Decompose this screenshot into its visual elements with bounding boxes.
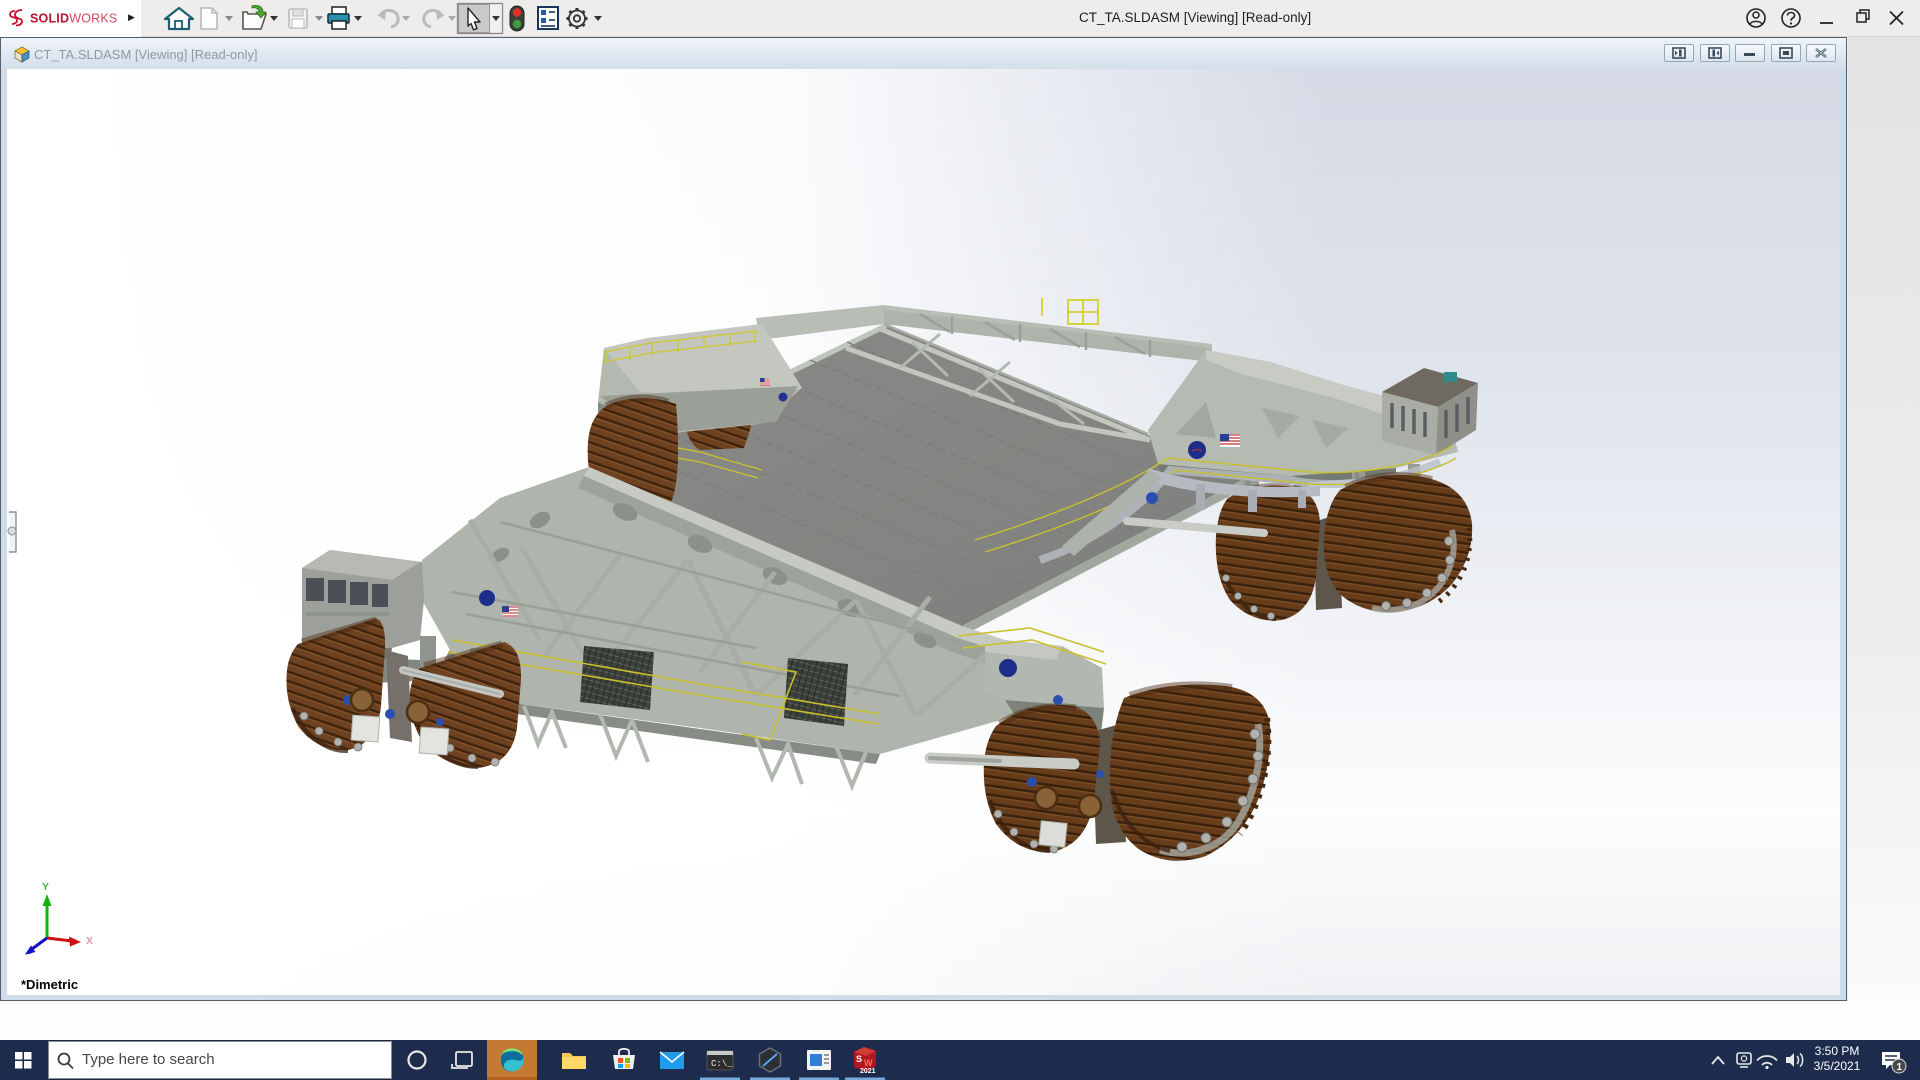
svg-text:W: W	[864, 1058, 873, 1068]
svg-text:Y: Y	[42, 881, 49, 893]
svg-text:*Dimetric: *Dimetric	[21, 977, 78, 992]
svg-text:S: S	[856, 1054, 862, 1064]
svg-text:C:\_: C:\_	[711, 1059, 733, 1069]
svg-text:1: 1	[1897, 1062, 1903, 1073]
svg-text:2021: 2021	[860, 1068, 876, 1075]
svg-text:X: X	[86, 935, 93, 947]
